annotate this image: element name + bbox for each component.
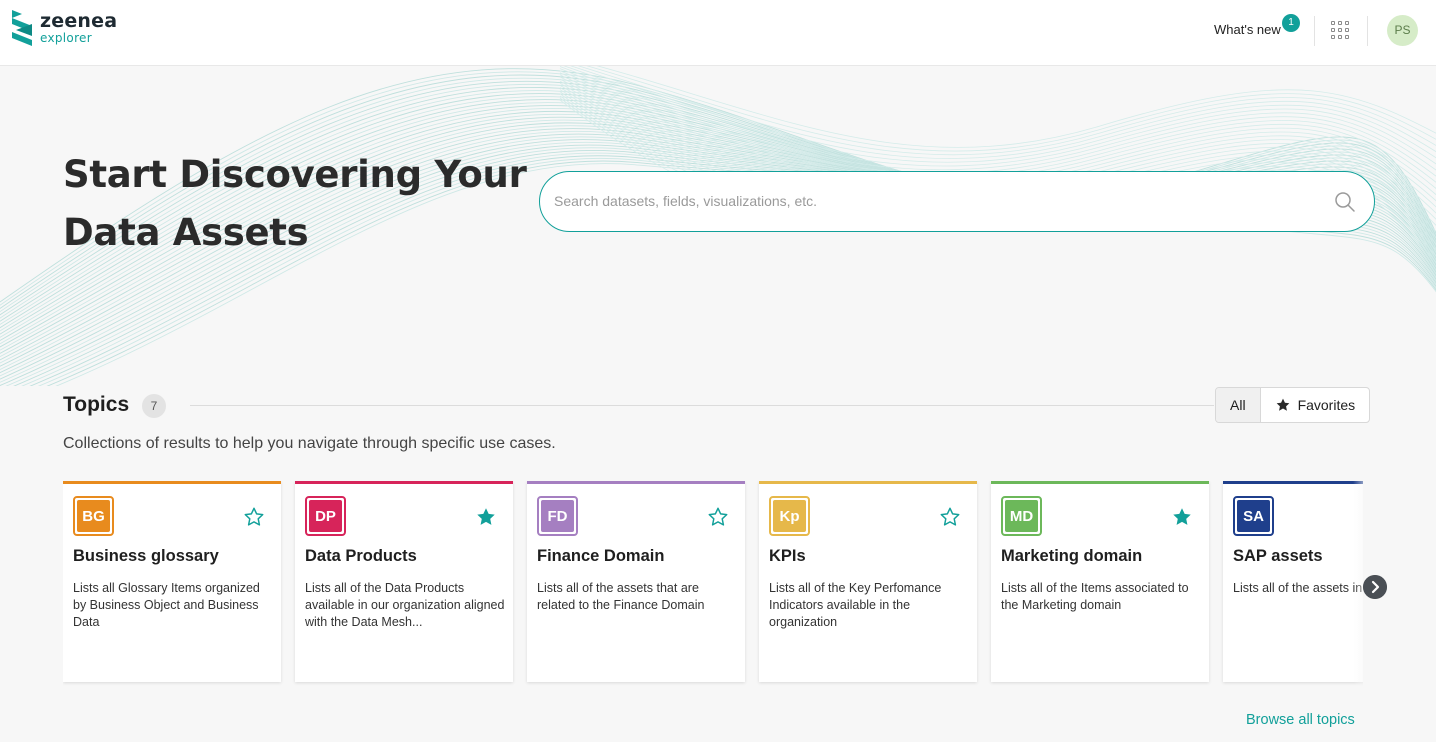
zeenea-logo[interactable]: zeenea explorer (12, 10, 117, 46)
topic-badge-code: Kp (773, 500, 806, 532)
topic-description: Lists all of the assets that are related… (537, 581, 705, 612)
search-icon[interactable] (1334, 191, 1356, 213)
topics-card-list: BG Business glossary Lists all Glossary It… (63, 481, 1363, 682)
topic-badge-code: SA (1237, 500, 1270, 532)
divider (1314, 16, 1315, 46)
star-filled-icon[interactable] (475, 506, 497, 528)
hero-title-line2: Data Assets (63, 211, 309, 254)
topic-badge: DP (305, 496, 346, 536)
star-outline-icon[interactable] (707, 506, 729, 528)
star-outline-icon[interactable] (939, 506, 961, 528)
topic-card[interactable]: FD Finance Domain Lists all of the assets … (527, 481, 745, 682)
top-bar: zeenea explorer What's new 1 PS (0, 0, 1436, 66)
topic-badge: MD (1001, 496, 1042, 536)
topic-badge: Kp (769, 496, 810, 536)
topic-description: Lists all Glossary Items organized by Bu… (73, 581, 260, 629)
hero-title: Start Discovering Your Data Assets (63, 146, 533, 262)
topic-title: Marketing domain (1001, 547, 1143, 565)
filter-favorites-button[interactable]: Favorites (1261, 388, 1370, 422)
user-avatar[interactable]: PS (1387, 15, 1418, 46)
topic-description: Lists all of the Key Perfomance Indicato… (769, 581, 942, 629)
carousel-next-icon[interactable] (1363, 575, 1387, 599)
topic-title: Data Products (305, 547, 417, 565)
topic-card[interactable]: SA SAP assets Lists all of the assets in S… (1223, 481, 1363, 682)
topic-card[interactable]: BG Business glossary Lists all Glossary It… (63, 481, 281, 682)
topic-title: Finance Domain (537, 547, 665, 565)
grid-apps-icon[interactable] (1329, 19, 1353, 43)
topics-filter-toggle: All Favorites (1215, 387, 1371, 423)
topic-badge: SA (1233, 496, 1274, 536)
whats-new-badge: 1 (1282, 14, 1300, 32)
topic-badge-code: FD (541, 500, 574, 532)
topics-heading: Topics (63, 393, 130, 416)
topic-title: SAP assets (1233, 547, 1323, 565)
topic-title: Business glossary (73, 547, 219, 565)
topic-card[interactable]: DP Data Products Lists all of the Data Pro… (295, 481, 513, 682)
star-filled-icon[interactable] (1171, 506, 1193, 528)
topic-card[interactable]: Kp KPIs Lists all of the Key Perfomance In… (759, 481, 977, 682)
filter-all-button[interactable]: All (1216, 388, 1261, 422)
topic-badge-code: BG (77, 500, 110, 532)
topic-title: KPIs (769, 547, 806, 565)
topic-badge: FD (537, 496, 578, 536)
search-input[interactable] (554, 172, 1314, 230)
star-filled-icon (1276, 398, 1289, 411)
whats-new-link[interactable]: What's new (1214, 22, 1281, 37)
hero-title-line1: Start Discovering Your (63, 153, 527, 196)
filter-all-label: All (1230, 397, 1246, 413)
browse-all-topics-link[interactable]: Browse all topics (1246, 712, 1355, 728)
divider (190, 405, 1214, 406)
topic-badge-code: MD (1005, 500, 1038, 532)
topic-description: Lists all of the Items associated to the… (1001, 581, 1189, 612)
star-outline-icon[interactable] (243, 506, 265, 528)
topic-card[interactable]: MD Marketing domain Lists all of the Items… (991, 481, 1209, 682)
topic-badge: BG (73, 496, 114, 536)
topics-carousel: BG Business glossary Lists all Glossary It… (63, 481, 1363, 686)
logo-word: zeenea (40, 10, 118, 32)
topics-count-badge: 7 (142, 394, 166, 418)
topic-description: Lists all of the assets in SAP tables (1233, 581, 1363, 595)
search-box (539, 171, 1375, 232)
topic-badge-code: DP (309, 500, 342, 532)
logo-subtitle: explorer (40, 31, 92, 45)
topics-description: Collections of results to help you navig… (63, 435, 556, 452)
zeenea-logo-icon (12, 10, 32, 46)
divider (1367, 16, 1368, 46)
filter-favorites-label: Favorites (1297, 397, 1356, 413)
carousel-fade (1353, 481, 1363, 686)
topic-description: Lists all of the Data Products available… (305, 581, 505, 629)
